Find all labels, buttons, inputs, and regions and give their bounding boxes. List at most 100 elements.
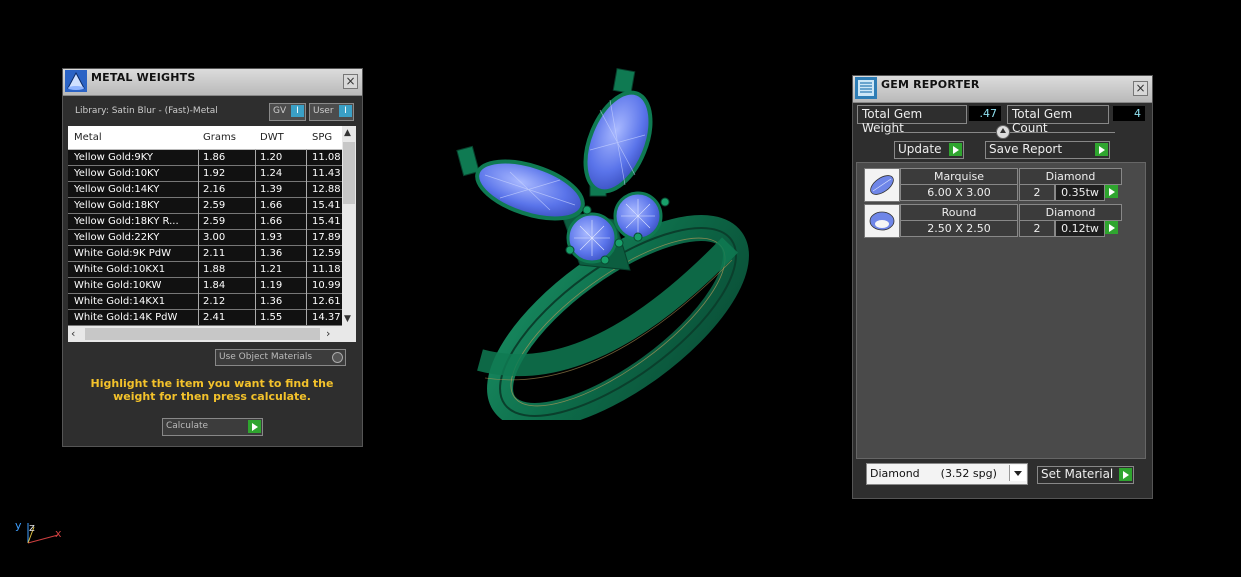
metal-weights-titlebar[interactable]: METAL WEIGHTS × (63, 69, 362, 96)
marquise-gem-right (583, 90, 653, 194)
save-report-label: Save Report (989, 142, 1063, 156)
metal-table: Metal Grams DWT SPG Yellow Gold:9KY 1.86 1… (68, 126, 356, 342)
column-header-grams[interactable]: Grams (203, 132, 236, 143)
metal-table-header: Metal Grams DWT SPG (68, 126, 342, 150)
user-toggle-switch: I (339, 105, 352, 117)
user-toggle[interactable]: User I (309, 103, 354, 121)
metal-weights-panel: METAL WEIGHTS × Library: Satin Blur - (F… (62, 68, 363, 447)
material-select[interactable]: Diamond (3.52 spg) (866, 463, 1028, 485)
axis-y-label: y (15, 519, 22, 532)
table-row[interactable]: Yellow Gold:10KY 1.92 1.24 11.43 (68, 166, 342, 182)
gem-shape: Round (941, 206, 977, 219)
axis-gizmo-icon: y z x (15, 519, 62, 544)
cell-spg: 17.89 (312, 232, 341, 243)
total-gem-weight-label: Total Gem Weight (857, 105, 967, 135)
round-gem-1 (566, 212, 618, 264)
scroll-down-icon[interactable]: ▼ (344, 314, 351, 324)
total-gem-count-value: 4 (1113, 106, 1145, 121)
total-gem-weight-number: .47 (979, 107, 998, 120)
metal-weights-title: METAL WEIGHTS (91, 71, 196, 84)
play-arrow-icon[interactable] (1105, 221, 1118, 234)
gv-toggle-label: GV (273, 106, 287, 116)
gem-reporter-titlebar[interactable]: GEM REPORTER × (853, 76, 1152, 103)
column-header-spg[interactable]: SPG (312, 132, 332, 143)
column-header-dwt[interactable]: DWT (260, 132, 284, 143)
cell-dwt: 1.21 (260, 264, 283, 275)
use-object-materials-label: Use Object Materials (219, 352, 313, 362)
calculate-label: Calculate (166, 421, 209, 431)
gem-count-cell: 2 (1019, 184, 1055, 201)
gem-row-marquise[interactable]: Marquise Diamond 6.00 X 3.00 2 0.35tw (864, 168, 1122, 202)
gem-reporter-panel: GEM REPORTER × Total Gem Weight .47 Tota… (852, 75, 1153, 499)
calculate-button[interactable]: Calculate (162, 418, 263, 436)
gem-reporter-icon (855, 77, 877, 99)
axis-z-label: z (29, 521, 35, 534)
table-row[interactable]: White Gold:10KX1 1.88 1.21 11.18 (68, 262, 342, 278)
instruction-text: Highlight the item you want to find the … (90, 377, 334, 403)
gv-toggle-switch: I (291, 105, 304, 117)
use-object-materials-toggle[interactable]: Use Object Materials (215, 349, 346, 366)
play-arrow-icon (248, 420, 261, 433)
splitter-handle-icon[interactable] (996, 125, 1010, 139)
play-arrow-icon[interactable] (1105, 185, 1118, 198)
column-divider (255, 149, 256, 325)
scroll-right-icon[interactable]: › (326, 327, 330, 340)
table-row[interactable]: Yellow Gold:18KY R... 2.59 1.66 15.41 (68, 214, 342, 230)
gem-weight-cell: 0.12tw (1055, 220, 1105, 237)
cell-grams: 2.16 (203, 184, 226, 195)
metal-weights-icon (65, 70, 87, 92)
save-report-button[interactable]: Save Report (985, 141, 1110, 159)
scroll-up-icon[interactable]: ▲ (344, 128, 351, 138)
user-toggle-label: User (313, 106, 334, 116)
gem-weight-cell: 0.35tw (1055, 184, 1105, 201)
gem-size: 2.50 X 2.50 (927, 222, 991, 235)
table-row[interactable]: White Gold:10KW 1.84 1.19 10.99 (68, 278, 342, 294)
set-material-button[interactable]: Set Material (1037, 466, 1134, 484)
column-divider (198, 149, 199, 325)
cell-grams: 2.59 (203, 200, 226, 211)
update-button[interactable]: Update (894, 141, 964, 159)
cell-dwt: 1.19 (260, 280, 283, 291)
library-label: Library: Satin Blur - (Fast)-Metal (75, 106, 218, 116)
table-row[interactable]: White Gold:14KX1 2.12 1.36 12.61 (68, 294, 342, 310)
column-divider (306, 149, 307, 325)
scroll-thumb[interactable] (85, 328, 320, 340)
cell-metal: Yellow Gold:22KY (74, 232, 160, 243)
ring-model-viewport[interactable] (440, 60, 750, 420)
close-icon[interactable]: × (343, 74, 358, 89)
cell-metal: Yellow Gold:10KY (74, 168, 160, 179)
cell-grams: 2.59 (203, 216, 226, 227)
gem-size-cell: 6.00 X 3.00 (900, 184, 1018, 201)
cell-dwt: 1.24 (260, 168, 283, 179)
update-label: Update (898, 142, 942, 156)
gem-size: 6.00 X 3.00 (927, 186, 991, 199)
cell-spg: 12.59 (312, 248, 341, 259)
gem-row-round[interactable]: Round Diamond 2.50 X 2.50 2 0.12tw (864, 204, 1122, 238)
table-row[interactable]: White Gold:9K PdW 2.11 1.36 12.59 (68, 246, 342, 262)
table-row[interactable]: Yellow Gold:18KY 2.59 1.66 15.41 (68, 198, 342, 214)
round-gem-2 (613, 191, 663, 241)
gem-shape-cell: Round (900, 204, 1018, 221)
cell-dwt: 1.93 (260, 232, 283, 243)
cell-grams: 1.84 (203, 280, 226, 291)
vertical-scrollbar[interactable]: ▲ ▼ (342, 126, 356, 326)
table-row[interactable]: Yellow Gold:14KY 2.16 1.39 12.88 (68, 182, 342, 198)
column-header-metal[interactable]: Metal (74, 132, 102, 143)
scroll-thumb[interactable] (343, 142, 355, 204)
cell-metal: White Gold:9K PdW (74, 248, 171, 259)
close-icon[interactable]: × (1133, 81, 1148, 96)
scroll-left-icon[interactable]: ‹ (71, 327, 75, 340)
play-arrow-icon (1095, 143, 1108, 156)
table-row[interactable]: Yellow Gold:9KY 1.86 1.20 11.08 (68, 150, 342, 166)
table-row[interactable]: Yellow Gold:22KY 3.00 1.93 17.89 (68, 230, 342, 246)
chevron-down-icon[interactable] (1009, 465, 1026, 481)
gem-material: Diamond (1045, 206, 1096, 219)
gem-count-cell: 2 (1019, 220, 1055, 237)
cell-grams: 2.41 (203, 312, 226, 323)
horizontal-scrollbar[interactable]: ‹ › (68, 326, 356, 342)
total-gem-count-number: 4 (1134, 107, 1141, 120)
cell-spg: 11.43 (312, 168, 341, 179)
gv-toggle[interactable]: GV I (269, 103, 306, 121)
cell-grams: 2.11 (203, 248, 226, 259)
table-row[interactable]: White Gold:14K PdW 2.41 1.55 14.37 (68, 310, 342, 326)
